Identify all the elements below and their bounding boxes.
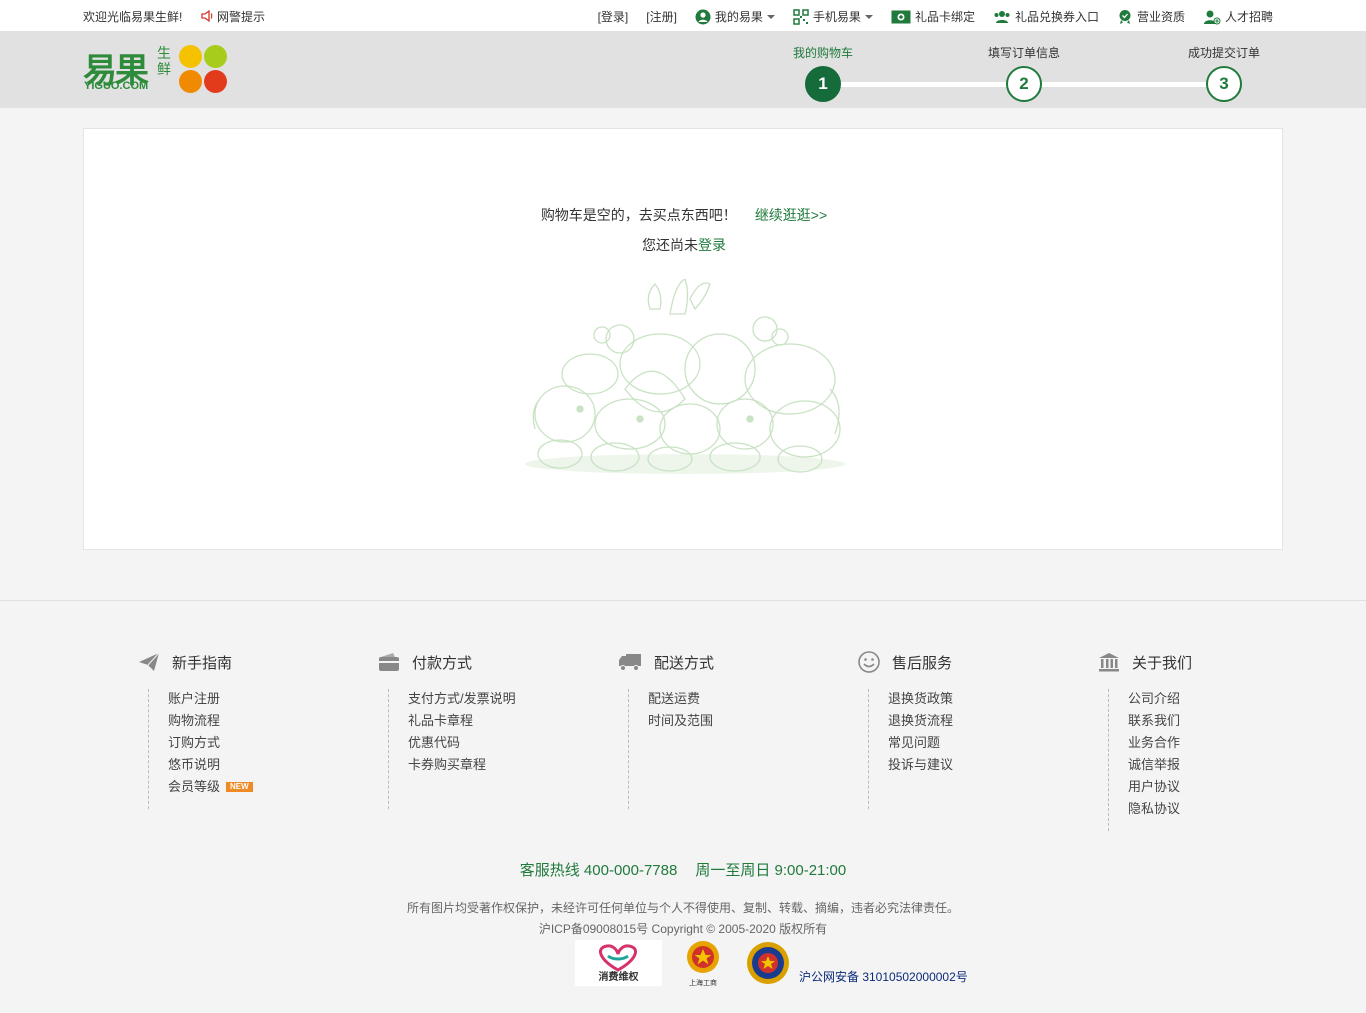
step-3-label: 成功提交订单 <box>1187 46 1261 60</box>
aic-emblem-icon <box>687 941 719 973</box>
footer-col-payment-title: 付款方式 <box>412 654 473 672</box>
police-emblem-badge[interactable] <box>745 939 791 987</box>
footer-link[interactable]: 用户协议 <box>1128 777 1318 799</box>
bank-icon <box>1099 653 1119 672</box>
welcome-text: 欢迎光临易果生鲜! <box>83 10 183 24</box>
police-alert-link[interactable]: 网警提示 <box>200 8 265 25</box>
login-prompt-link[interactable]: 登录 <box>698 237 726 253</box>
police-emblem-icon <box>747 942 789 984</box>
gift-coupon-label: 礼品兑换券入口 <box>1014 10 1099 24</box>
footer-col-guide: 新手指南 账户注册 购物流程 订购方式 悠币说明 会员等级 NEW <box>138 649 358 809</box>
footer-link[interactable]: 礼品卡章程 <box>408 711 598 733</box>
footer-link[interactable]: 投诉与建议 <box>888 755 1078 777</box>
footer-link[interactable]: 时间及范围 <box>648 711 838 733</box>
consumer-rights-label: 消费维权 <box>598 972 639 983</box>
gift-card-bind-label: 礼品卡绑定 <box>914 10 975 24</box>
empty-cart-message: 购物车是空的，去买点东西吧！ 继续逛逛>> <box>84 205 1284 225</box>
footer-link[interactable]: 卡券购买章程 <box>408 755 598 777</box>
footer-col-about: 关于我们 公司介绍 联系我们 业务合作 诚信举报 用户协议 隐私协议 <box>1098 649 1318 831</box>
step-2-circle: 2 <box>1006 66 1042 102</box>
footer-link[interactable]: 账户注册 <box>168 689 358 711</box>
footer-link[interactable]: 订购方式 <box>168 733 358 755</box>
aic-label: 上海工商 <box>689 980 717 987</box>
badge-icon <box>1119 9 1131 24</box>
certification-badges: 消费维权 上海工商 沪公网安备 31010502000002号 <box>575 939 995 989</box>
mobile-yiguo-label: 手机易果 <box>812 10 861 24</box>
footer-link[interactable]: 联系我们 <box>1128 711 1318 733</box>
gift-coupon-link[interactable]: 礼品兑换券入口 <box>993 8 1099 25</box>
top-links: [登录] [注册] 我的易果 手机易果 礼品卡绑定 礼品兑换券入口 营业资质 人… <box>580 8 1273 25</box>
group-icon <box>994 10 1010 23</box>
copyright-notice: 所有图片均受著作权保护，未经许可任何单位与个人不得使用、复制、转载、摘编，违者必… <box>406 901 959 915</box>
user-icon <box>695 9 711 24</box>
fruit-illustration <box>525 279 845 474</box>
gift-card-bind-link[interactable]: 礼品卡绑定 <box>891 8 975 25</box>
mobile-yiguo-menu[interactable]: 手机易果 <box>793 8 873 25</box>
license-label: 营业资质 <box>1136 10 1185 24</box>
service-hours: 周一至周日 9:00-21:00 <box>695 862 847 879</box>
step-2-label: 填写订单信息 <box>987 46 1061 60</box>
footer-col-delivery-title: 配送方式 <box>654 654 715 672</box>
user-add-icon <box>1203 10 1221 24</box>
footer-col-delivery: 配送方式 配送运费 时间及范围 <box>618 649 838 809</box>
empty-cart-text: 购物车是空的，去买点东西吧！ <box>540 207 737 223</box>
chevron-down-icon <box>864 14 873 19</box>
consumer-rights-badge[interactable]: 消费维权 <box>575 940 662 986</box>
footer-col-about-title: 关于我们 <box>1132 654 1193 672</box>
step-3-circle: 3 <box>1206 66 1242 102</box>
footer-col-aftersale: 售后服务 退换货政策 退换货流程 常见问题 投诉与建议 <box>858 649 1078 809</box>
icp-record: 沪ICP备09008015号 Copyright © 2005-2020 版权所… <box>538 922 828 936</box>
gift-card-icon <box>891 10 911 23</box>
step-1-circle: 1 <box>805 66 841 102</box>
chevron-down-icon <box>766 14 775 19</box>
qrcode-icon <box>793 8 809 25</box>
footer-link[interactable]: 业务合作 <box>1128 733 1318 755</box>
footer-link[interactable]: 优惠代码 <box>408 733 598 755</box>
footer-link[interactable]: 购物流程 <box>168 711 358 733</box>
footer-link[interactable]: 常见问题 <box>888 733 1078 755</box>
footer-link-member-label: 会员等级 <box>168 779 221 794</box>
register-link[interactable]: [注册] <box>646 8 677 25</box>
jobs-link[interactable]: 人才招聘 <box>1203 8 1273 25</box>
login-prompt-text: 您还尚未 <box>642 237 698 253</box>
my-yiguo-label: 我的易果 <box>714 10 763 24</box>
footer-link[interactable]: 诚信举报 <box>1128 755 1318 777</box>
footer-link[interactable]: 退换货政策 <box>888 689 1078 711</box>
login-link[interactable]: [登录] <box>598 8 629 25</box>
top-bar: 欢迎光临易果生鲜! 网警提示 [登录] [注册] 我的易果 手机易果 礼品卡绑定… <box>0 0 1366 31</box>
footer-col-aftersale-title: 售后服务 <box>892 654 953 672</box>
login-prompt: 您还尚未登录 <box>84 235 1284 255</box>
footer-link[interactable]: 悠币说明 <box>168 755 358 777</box>
site-header: 易果 生鲜 YIGUO.COM 我的购物车 填写订单信息 成功提交订单 1 2 … <box>0 31 1366 108</box>
footer-link[interactable]: 隐私协议 <box>1128 799 1318 821</box>
footer-link[interactable]: 公司介绍 <box>1128 689 1318 711</box>
my-yiguo-menu[interactable]: 我的易果 <box>695 8 775 25</box>
license-link[interactable]: 营业资质 <box>1117 8 1185 25</box>
smiley-icon <box>858 651 880 673</box>
truck-icon <box>619 654 641 671</box>
footer-col-payment: 付款方式 支付方式/发票说明 礼品卡章程 优惠代码 卡券购买章程 <box>378 649 598 809</box>
continue-shopping-link[interactable]: 继续逛逛>> <box>755 207 827 223</box>
footer-link[interactable]: 支付方式/发票说明 <box>408 689 598 711</box>
police-alert-label: 网警提示 <box>217 10 266 24</box>
speaker-icon <box>201 9 213 23</box>
footer-link[interactable]: 配送运费 <box>648 689 838 711</box>
step-1-label: 我的购物车 <box>792 46 854 60</box>
cart-panel: 购物车是空的，去买点东西吧！ 继续逛逛>> 您还尚未登录 <box>83 128 1283 550</box>
new-badge: NEW <box>226 782 253 792</box>
police-record-link[interactable]: 沪公网安备 31010502000002号 <box>799 968 968 985</box>
wallet-icon <box>379 653 399 671</box>
site-footer: 新手指南 账户注册 购物流程 订购方式 悠币说明 会员等级 NEW 付款方式 支付… <box>0 600 1366 1013</box>
footer-link[interactable]: 退换货流程 <box>888 711 1078 733</box>
hotline-number: 客服热线 400-000-7788 <box>519 862 678 879</box>
customer-hotline: 客服热线 400-000-7788 周一至周日 9:00-21:00 <box>0 859 1366 880</box>
footer-link-member[interactable]: 会员等级 NEW <box>168 777 358 799</box>
paper-plane-icon <box>139 652 160 671</box>
footer-col-guide-title: 新手指南 <box>172 654 233 672</box>
jobs-label: 人才招聘 <box>1224 10 1273 24</box>
checkout-steps: 我的购物车 填写订单信息 成功提交订单 1 2 3 <box>0 31 1366 108</box>
aic-badge[interactable]: 上海工商 <box>681 939 725 989</box>
